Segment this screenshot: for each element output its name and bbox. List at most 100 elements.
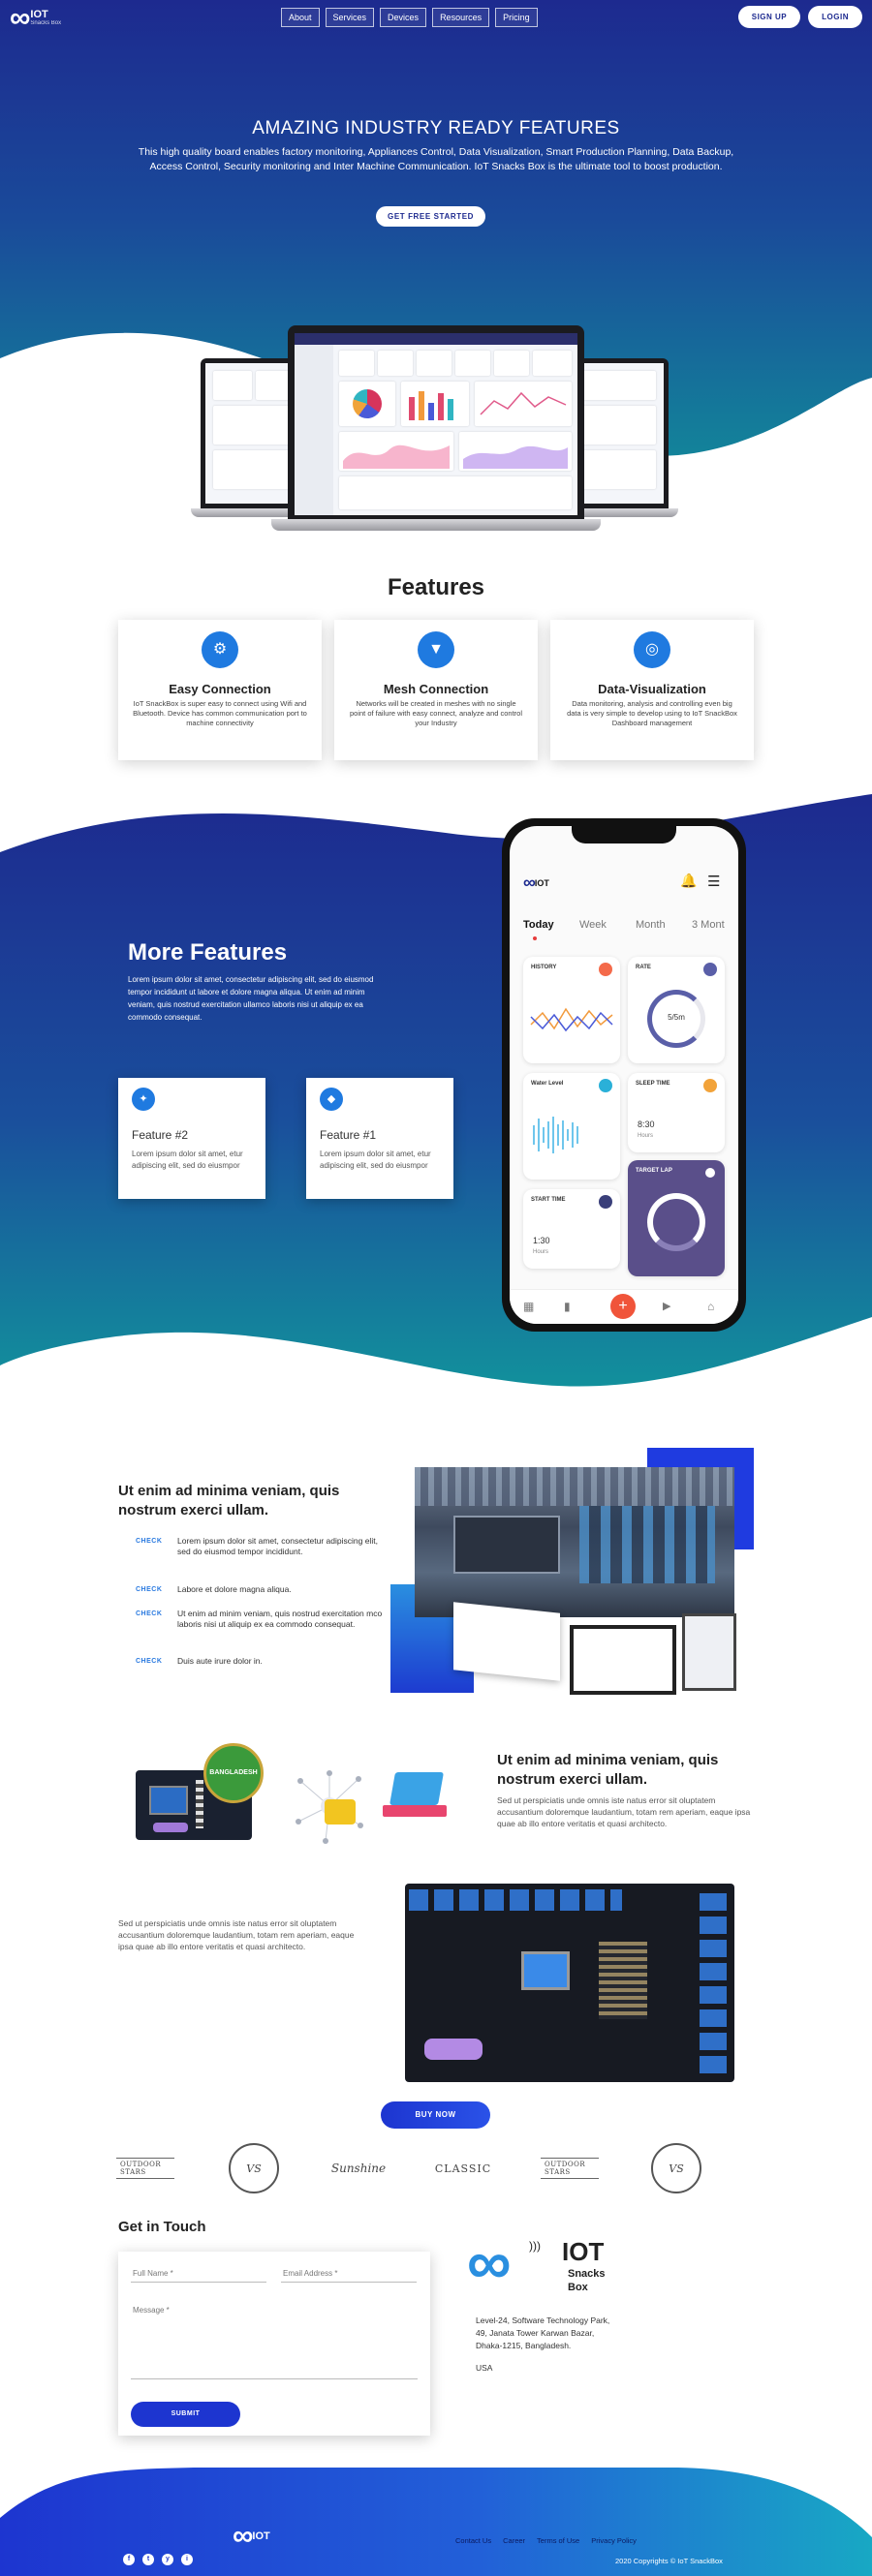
footer-link-contact[interactable]: Contact Us [455,2536,491,2545]
feature-card-easy-connection: ⚙ Easy Connection IoT SnackBox is super … [118,620,322,760]
feature-card-title: Easy Connection [169,682,271,696]
tab-week[interactable]: Week [579,919,607,931]
submit-button[interactable]: SUBMIT [131,2402,240,2427]
footer-logo[interactable]: ∞ IOT [233,2522,270,2551]
brand-logo-4: CLASSIC [434,2162,492,2175]
phone-notch [572,826,676,843]
wifi-icon: ))) [529,2239,541,2253]
nav-about[interactable]: About [281,8,320,27]
grid-icon[interactable]: ▦ [523,1300,534,1313]
contact-form: Full Name * Email Address * Message * SU… [118,2252,430,2436]
target-lap-label: TARGET LAP [636,1168,672,1174]
sleep-time-card: SLEEP TIME 8:30 Hours [628,1073,725,1152]
signup-button[interactable]: SIGN UP [737,6,801,28]
more-features-description: Lorem ipsum dolor sit amet, consectetur … [128,975,374,1022]
feature-2-title: Feature #2 [132,1128,189,1142]
copyright: 2020 Copyrights © IoT SnackBox [615,2557,723,2565]
feature-card-text: Data monitoring, analysis and controllin… [567,699,737,727]
footer-link-career[interactable]: Career [503,2536,525,2545]
rate-value: 5/5m [668,1013,685,1022]
sleep-time-label: SLEEP TIME [636,1081,670,1087]
address-block: Level-24, Software Technology Park, 49, … [476,2315,609,2375]
phone-logo: ∞ IOT [523,873,549,893]
phone-logo-text: IOT [534,877,549,888]
contact-logo: ∞ ))) IOT Snacks Box [467,2231,632,2301]
buy-now-button[interactable]: BUY NOW [381,2101,490,2129]
address-line-3: Dhaka-1215, Bangladesh. [476,2341,572,2350]
water-level-card: Water Level [523,1073,620,1180]
social-links: f t y i [123,2554,193,2565]
feature-card-text: IoT SnackBox is super easy to connect us… [133,699,307,727]
main-nav: About Services Devices Resources Pricing [281,8,538,27]
brand-logo-2: VS [225,2142,283,2194]
features-title: Features [387,574,485,600]
feature-1-text: Lorem ipsum dolor sit amet, etur adipisc… [320,1150,431,1170]
check-label: CHECK [136,1610,163,1617]
address-line-2: 49, Janata Tower Karwan Bazar, [476,2328,595,2338]
start-time-card: START TIME 1:30 Hours [523,1189,620,1269]
badge-text: BANGLADESH [209,1769,258,1776]
check-item-4: Duis aute irure dolor in. [177,1656,263,1666]
chart-icon: ◎ [634,631,670,668]
bell-icon[interactable]: 🔔 [680,873,697,889]
youtube-icon[interactable]: y [162,2554,173,2565]
nav-devices[interactable]: Devices [380,8,427,27]
footer-link-terms[interactable]: Terms of Use [537,2536,579,2545]
twitter-icon[interactable]: t [142,2554,154,2565]
play-icon[interactable]: ▶ [663,1300,670,1312]
feature-2-card: ✦ Feature #2 Lorem ipsum dolor sit amet,… [118,1078,265,1199]
feature-2-text: Lorem ipsum dolor sit amet, etur adipisc… [132,1150,243,1170]
water-level-label: Water Level [531,1081,564,1087]
section2-text: Sed ut perspiciatis unde omnis iste natu… [497,1795,751,1828]
footer-links: Contact Us Career Terms of Use Privacy P… [455,2536,637,2545]
instagram-icon[interactable]: i [181,2554,193,2565]
get-started-button[interactable]: GET FREE STARTED [376,206,486,227]
nav-resources[interactable]: Resources [432,8,490,27]
history-card: HISTORY [523,957,620,1063]
add-icon[interactable]: + [610,1294,636,1319]
phone-bottom-bar: ▦ ▮ + ▶ ⌂ [510,1289,738,1324]
home-icon[interactable]: ⌂ [707,1300,714,1313]
infinity-logo-icon: ∞ [523,873,536,892]
sleep-time-unit: Hours [638,1133,654,1139]
full-name-field[interactable]: Full Name * [131,2265,266,2283]
tab-month[interactable]: Month [636,919,666,931]
auth-buttons: SIGN UP LOGIN [737,6,862,28]
stats-icon[interactable]: ▮ [564,1300,571,1313]
nav-pricing[interactable]: Pricing [495,8,538,27]
water-level-bars [533,1116,610,1154]
login-button[interactable]: LOGIN [808,6,862,28]
feature-1-title: Feature #1 [320,1128,377,1142]
facebook-icon[interactable]: f [123,2554,135,2565]
contact-logo-sub2: Box [568,2282,588,2293]
feature-card-data-visualization: ◎ Data-Visualization Data monitoring, an… [550,620,754,760]
more-features-title: More Features [128,939,288,966]
message-field[interactable]: Message * [131,2302,418,2379]
check-item-2: Labore et dolore magna aliqua. [177,1584,292,1594]
section1-title: Ut enim ad minima veniam, quis nostrum e… [118,1483,340,1518]
check-item-3: Ut enim ad minim veniam, quis nostrud ex… [177,1609,383,1629]
site-logo[interactable]: ∞ IOT Snacks Box [10,4,61,33]
logo-subtitle: Snacks Box [30,20,62,26]
history-chart [530,1007,613,1032]
menu-icon[interactable]: ☰ [707,873,720,890]
footer-link-privacy[interactable]: Privacy Policy [591,2536,637,2545]
email-field[interactable]: Email Address * [281,2265,417,2283]
start-time-unit: Hours [533,1249,549,1255]
factory-photo [415,1467,734,1617]
rate-label: RATE [636,965,651,970]
feature-icon: ◆ [320,1088,343,1111]
start-time-value: 1:30 [533,1236,550,1245]
nav-services[interactable]: Services [325,8,375,27]
brand-logo-3: Sunshine [330,2162,387,2175]
tab-today[interactable]: Today [523,919,554,931]
brand-logo-1: OUTDOOR STARS [116,2142,174,2194]
phone-mockup: ∞ IOT 🔔 ☰ Today Week Month 3 Mont HISTOR… [502,818,746,1332]
feature-card-mesh-connection: ▼ Mesh Connection Networks will be creat… [334,620,538,760]
target-lap-card: TARGET LAP [628,1160,725,1276]
address-line-4 [476,2352,609,2362]
check-label: CHECK [136,1538,163,1545]
tab-3-month[interactable]: 3 Mont [692,919,725,931]
mesh-icon: ▼ [418,631,454,668]
section3-text: Sed ut perspiciatis unde omnis iste natu… [118,1918,355,1951]
